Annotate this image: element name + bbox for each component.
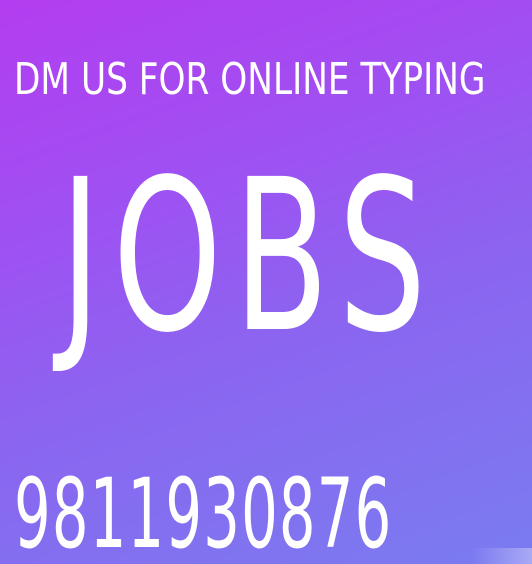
phone-number: 9811930876 bbox=[14, 458, 393, 564]
headline-text: DM US FOR ONLINE TYPING bbox=[14, 54, 486, 105]
poster-canvas: DM US FOR ONLINE TYPING JOBS 9811930876 bbox=[0, 0, 532, 564]
jobs-title: JOBS bbox=[60, 134, 439, 379]
corner-decoration bbox=[472, 548, 532, 564]
